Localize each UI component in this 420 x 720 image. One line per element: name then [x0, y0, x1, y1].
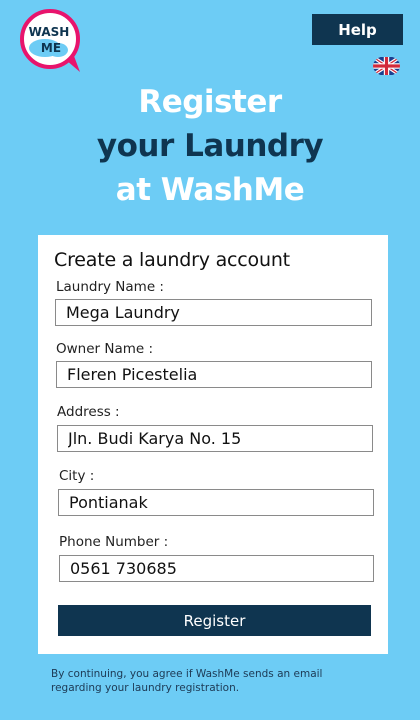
address-input[interactable]: [57, 425, 373, 452]
uk-flag-icon[interactable]: [373, 56, 400, 76]
logo-text-line2: ME: [41, 41, 61, 55]
owner-name-input[interactable]: [56, 361, 372, 388]
washme-logo[interactable]: WASH ME: [18, 8, 84, 72]
logo-graphic: WASH ME: [20, 9, 80, 72]
help-button[interactable]: Help: [312, 14, 403, 45]
registration-page: WASH ME Help Register your Laundry at Wa…: [0, 0, 420, 720]
laundry-name-label: Laundry Name :: [56, 279, 164, 295]
city-label: City :: [59, 468, 95, 484]
headline-line2: your Laundry: [96, 128, 324, 164]
headline-line3: at WashMe: [115, 172, 305, 208]
register-button[interactable]: Register: [58, 605, 371, 636]
city-input[interactable]: [58, 489, 374, 516]
page-headline: Register your Laundry at WashMe: [0, 80, 420, 212]
registration-form-card: Create a laundry account Laundry Name : …: [38, 235, 388, 654]
address-label: Address :: [57, 404, 120, 420]
owner-name-label: Owner Name :: [56, 341, 154, 357]
laundry-name-input[interactable]: [55, 299, 372, 326]
headline-line1: Register: [138, 84, 282, 120]
form-title: Create a laundry account: [54, 249, 290, 271]
registration-disclaimer: By continuing, you agree if WashMe sends…: [51, 668, 323, 694]
phone-number-label: Phone Number :: [59, 534, 169, 550]
logo-text-line1: WASH: [29, 25, 70, 39]
phone-number-input[interactable]: [59, 555, 374, 582]
